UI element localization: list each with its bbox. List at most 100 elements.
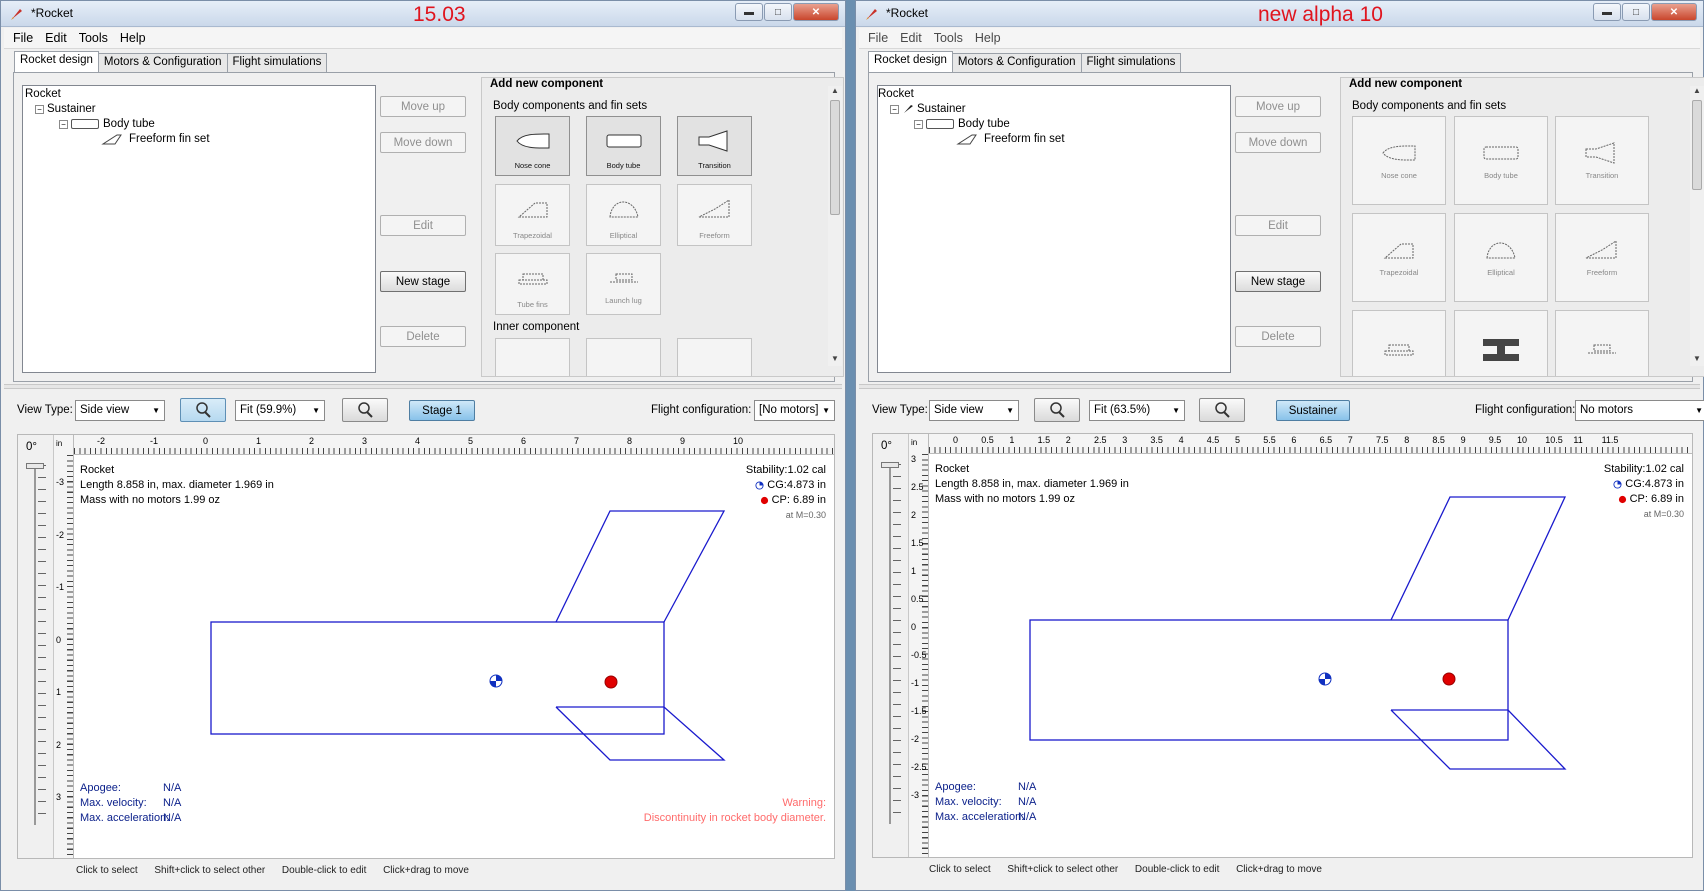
tree-node-rocket[interactable]: Rocket (25, 88, 61, 100)
maximize-icon[interactable]: □ (1622, 3, 1650, 21)
zoom-select[interactable]: Fit (63.5%) ▼ (1089, 400, 1185, 421)
rocket-figure[interactable]: 0° in -3 -2 -1 0 1 2 3 -2 -1 0 1 2 3 4 5 6 7 8 9 10 Rocket … (17, 434, 835, 859)
trapezoidal-fin-button[interactable]: Trapezoidal (1352, 213, 1446, 302)
menu-help[interactable]: Help (119, 31, 147, 45)
tree-node-sustainer[interactable]: − Sustainer (35, 103, 96, 115)
split-divider[interactable] (859, 384, 1700, 389)
tube-fins-button[interactable]: Tube fins (495, 253, 570, 315)
elliptical-fin-button[interactable]: Elliptical (586, 184, 661, 246)
body-tube-button[interactable]: Body tube (586, 116, 661, 176)
menu-help[interactable]: Help (974, 31, 1002, 45)
zoom-out-button[interactable] (342, 398, 388, 422)
body-tube-outline[interactable] (1029, 619, 1509, 741)
tree-node-sustainer[interactable]: − Sustainer (890, 103, 966, 115)
scroll-down-icon[interactable]: ▼ (831, 354, 839, 363)
view-type-select[interactable]: Side view ▼ (929, 400, 1019, 421)
tree-node-body-tube[interactable]: − Body tube (914, 118, 1010, 130)
scroll-down-icon[interactable]: ▼ (1693, 354, 1701, 363)
collapse-icon[interactable]: − (914, 119, 923, 129)
tree-node-body-tube[interactable]: − Body tube (59, 118, 155, 130)
component-scrollbar[interactable]: ▲ ▼ (1690, 86, 1704, 366)
zoom-out-button[interactable] (1199, 398, 1245, 422)
freeform-fin-button[interactable]: Freeform (1555, 213, 1649, 302)
new-stage-button[interactable]: New stage (380, 271, 466, 292)
tree-node-freeform-fin-set[interactable]: Freeform fin set (956, 133, 1065, 145)
transition-button[interactable]: Transition (677, 116, 752, 176)
nose-cone-button[interactable]: Nose cone (1352, 116, 1446, 205)
rotation-slider-thumb[interactable] (881, 462, 899, 468)
tube-fins-button[interactable] (1352, 310, 1446, 376)
transition-button[interactable]: Transition (1555, 116, 1649, 205)
launch-lug-button[interactable] (1555, 310, 1649, 376)
rocket-figure[interactable]: 0° in 3 2.5 2 1.5 1 0.5 0 -0.5 -1 -1.5 -2 -2.5 -3 0 0.… (872, 433, 1693, 858)
rail-button-button[interactable] (1454, 310, 1548, 376)
new-stage-button[interactable]: New stage (1235, 271, 1321, 292)
move-up-button[interactable]: Move up (380, 96, 466, 117)
close-icon[interactable]: ✕ (793, 3, 839, 21)
view-type-select[interactable]: Side view ▼ (75, 400, 165, 421)
nose-cone-button[interactable]: Nose cone (495, 116, 570, 176)
collapse-icon[interactable]: − (35, 104, 44, 114)
collapse-icon[interactable]: − (59, 119, 68, 129)
component-tree[interactable]: Rocket − Sustainer − Body tube Freeform fi… (877, 85, 1231, 373)
edit-button[interactable]: Edit (380, 215, 466, 236)
rotation-slider-track[interactable] (34, 465, 36, 825)
flight-config-select[interactable]: No motors ▼ (1575, 400, 1704, 421)
inner-component-button[interactable] (677, 338, 752, 376)
split-divider[interactable] (4, 384, 842, 389)
zoom-select[interactable]: Fit (59.9%) ▼ (235, 400, 325, 421)
rotation-slider-thumb[interactable] (26, 463, 44, 469)
launch-lug-button[interactable]: Launch lug (586, 253, 661, 315)
delete-button[interactable]: Delete (380, 326, 466, 347)
minimize-icon[interactable]: ▬ (735, 3, 763, 21)
move-down-button[interactable]: Move down (1235, 132, 1321, 153)
inner-component-button[interactable] (586, 338, 661, 376)
tab-motors-configuration[interactable]: Motors & Configuration (97, 53, 228, 72)
maximize-icon[interactable]: □ (764, 3, 792, 21)
collapse-icon[interactable]: − (890, 104, 899, 114)
flight-config-select[interactable]: [No motors] ▼ (754, 400, 835, 421)
menu-edit[interactable]: Edit (899, 31, 923, 45)
zoom-in-button[interactable] (180, 398, 226, 422)
tab-flight-simulations[interactable]: Flight simulations (226, 53, 328, 72)
zoom-in-button[interactable] (1034, 398, 1080, 422)
scroll-thumb[interactable] (830, 100, 840, 215)
tab-rocket-design[interactable]: Rocket design (868, 51, 953, 72)
tab-rocket-design[interactable]: Rocket design (14, 51, 99, 72)
freeform-fin-button[interactable]: Freeform (677, 184, 752, 246)
menu-tools[interactable]: Tools (933, 31, 964, 45)
scroll-up-icon[interactable]: ▲ (1693, 86, 1701, 95)
stage-1-button[interactable]: Stage 1 (409, 400, 475, 421)
component-scrollbar[interactable]: ▲ ▼ (828, 86, 842, 366)
component-tree[interactable]: Rocket − Sustainer − Body tube Freeform fi… (22, 85, 376, 373)
fin-top-outline[interactable] (555, 510, 726, 623)
menu-file[interactable]: File (12, 31, 34, 45)
inner-component-button[interactable] (495, 338, 570, 376)
elliptical-fin-button[interactable]: Elliptical (1454, 213, 1548, 302)
delete-button[interactable]: Delete (1235, 326, 1321, 347)
minimize-icon[interactable]: ▬ (1593, 3, 1621, 21)
menu-edit[interactable]: Edit (44, 31, 68, 45)
trapezoidal-fin-button[interactable]: Trapezoidal (495, 184, 570, 246)
close-icon[interactable]: ✕ (1651, 3, 1697, 21)
title-bar[interactable]: *Rocket 15.03 ▬ □ ✕ (1, 1, 845, 27)
tree-node-rocket[interactable]: Rocket (878, 88, 914, 100)
edit-button[interactable]: Edit (1235, 215, 1321, 236)
tree-node-freeform-fin-set[interactable]: Freeform fin set (101, 133, 210, 145)
title-bar[interactable]: *Rocket new alpha 10 ▬ □ ✕ (856, 1, 1703, 27)
menu-file[interactable]: File (867, 31, 889, 45)
rotation-slider-track[interactable] (889, 464, 891, 824)
sustainer-button[interactable]: Sustainer (1276, 400, 1350, 421)
scroll-up-icon[interactable]: ▲ (831, 86, 839, 95)
rocket-drawing[interactable]: Rocket Length 8.858 in, max. diameter 1.… (74, 455, 834, 858)
menu-tools[interactable]: Tools (78, 31, 109, 45)
move-down-button[interactable]: Move down (380, 132, 466, 153)
scroll-thumb[interactable] (1692, 100, 1702, 190)
tab-flight-simulations[interactable]: Flight simulations (1080, 53, 1182, 72)
fin-top-outline[interactable] (1390, 496, 1567, 621)
move-up-button[interactable]: Move up (1235, 96, 1321, 117)
rocket-drawing[interactable]: Rocket Length 8.858 in, max. diameter 1.… (929, 454, 1692, 857)
tab-motors-configuration[interactable]: Motors & Configuration (951, 53, 1082, 72)
body-tube-button[interactable]: Body tube (1454, 116, 1548, 205)
body-tube-outline[interactable] (210, 621, 665, 735)
